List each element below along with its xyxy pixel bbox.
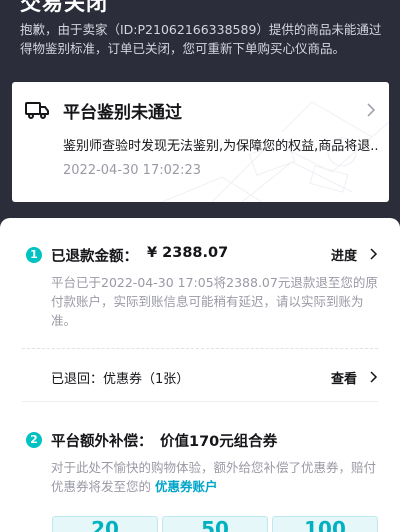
chevron-right-icon[interactable] <box>369 247 378 261</box>
refund-amount-value: ¥ 2388.07 <box>147 245 229 261</box>
truck-icon <box>25 102 49 119</box>
section-divider <box>22 401 378 402</box>
view-coupon-link[interactable]: 查看 <box>331 368 357 387</box>
refund-note: 平台已于2022-04-30 17:05将2388.07元退款退至您的原付款账户… <box>51 275 378 328</box>
coupon-account-link[interactable]: 优惠券账户 <box>155 479 218 494</box>
compensation-note: 对于此处不愉快的购物体验，额外给您补偿了优惠券，赔付优惠券将发至您的 优惠券账户 <box>51 458 379 496</box>
coupon-card[interactable]: 20 <box>52 516 158 532</box>
step-number-badge: 2 <box>26 432 42 448</box>
refund-amount-label: 已退款金额： <box>51 249 138 265</box>
order-status-description: 抱歉，由于卖家（ID:P21062166338589）提供的商品未能通过得物鉴别… <box>20 22 382 56</box>
compensation-label: 平台额外补偿： <box>51 434 153 450</box>
returned-coupon-label: 已退回：优惠券（1张） <box>51 372 190 387</box>
coupon-card[interactable]: 100 <box>272 516 378 532</box>
step-number-badge: 1 <box>26 247 42 263</box>
coupon-value: 50 <box>201 517 229 532</box>
compensation-value: 价值170元组合券 <box>160 434 278 450</box>
authentication-failed-time: 2022-04-30 17:02:23 <box>63 163 202 178</box>
coupon-value: 20 <box>91 517 119 532</box>
section-divider <box>22 348 378 349</box>
coupon-value: 100 <box>304 517 346 532</box>
authentication-failed-card[interactable]: 平台鉴别未通过 鉴别师查验时发现无法鉴别,为保障您的权益,商品将退... 202… <box>12 82 389 202</box>
chevron-right-icon <box>367 103 376 117</box>
authentication-failed-title: 平台鉴别未通过 <box>63 103 182 123</box>
order-status-title: 交易关闭 <box>20 0 108 15</box>
chevron-right-icon[interactable] <box>369 370 378 384</box>
authentication-failed-message: 鉴别师查验时发现无法鉴别,为保障您的权益,商品将退... <box>63 139 379 154</box>
order-status-header: 交易关闭 抱歉，由于卖家（ID:P21062166338589）提供的商品未能通… <box>0 0 400 230</box>
coupon-card[interactable]: 50 <box>162 516 268 532</box>
refund-progress-link[interactable]: 进度 <box>331 245 357 264</box>
